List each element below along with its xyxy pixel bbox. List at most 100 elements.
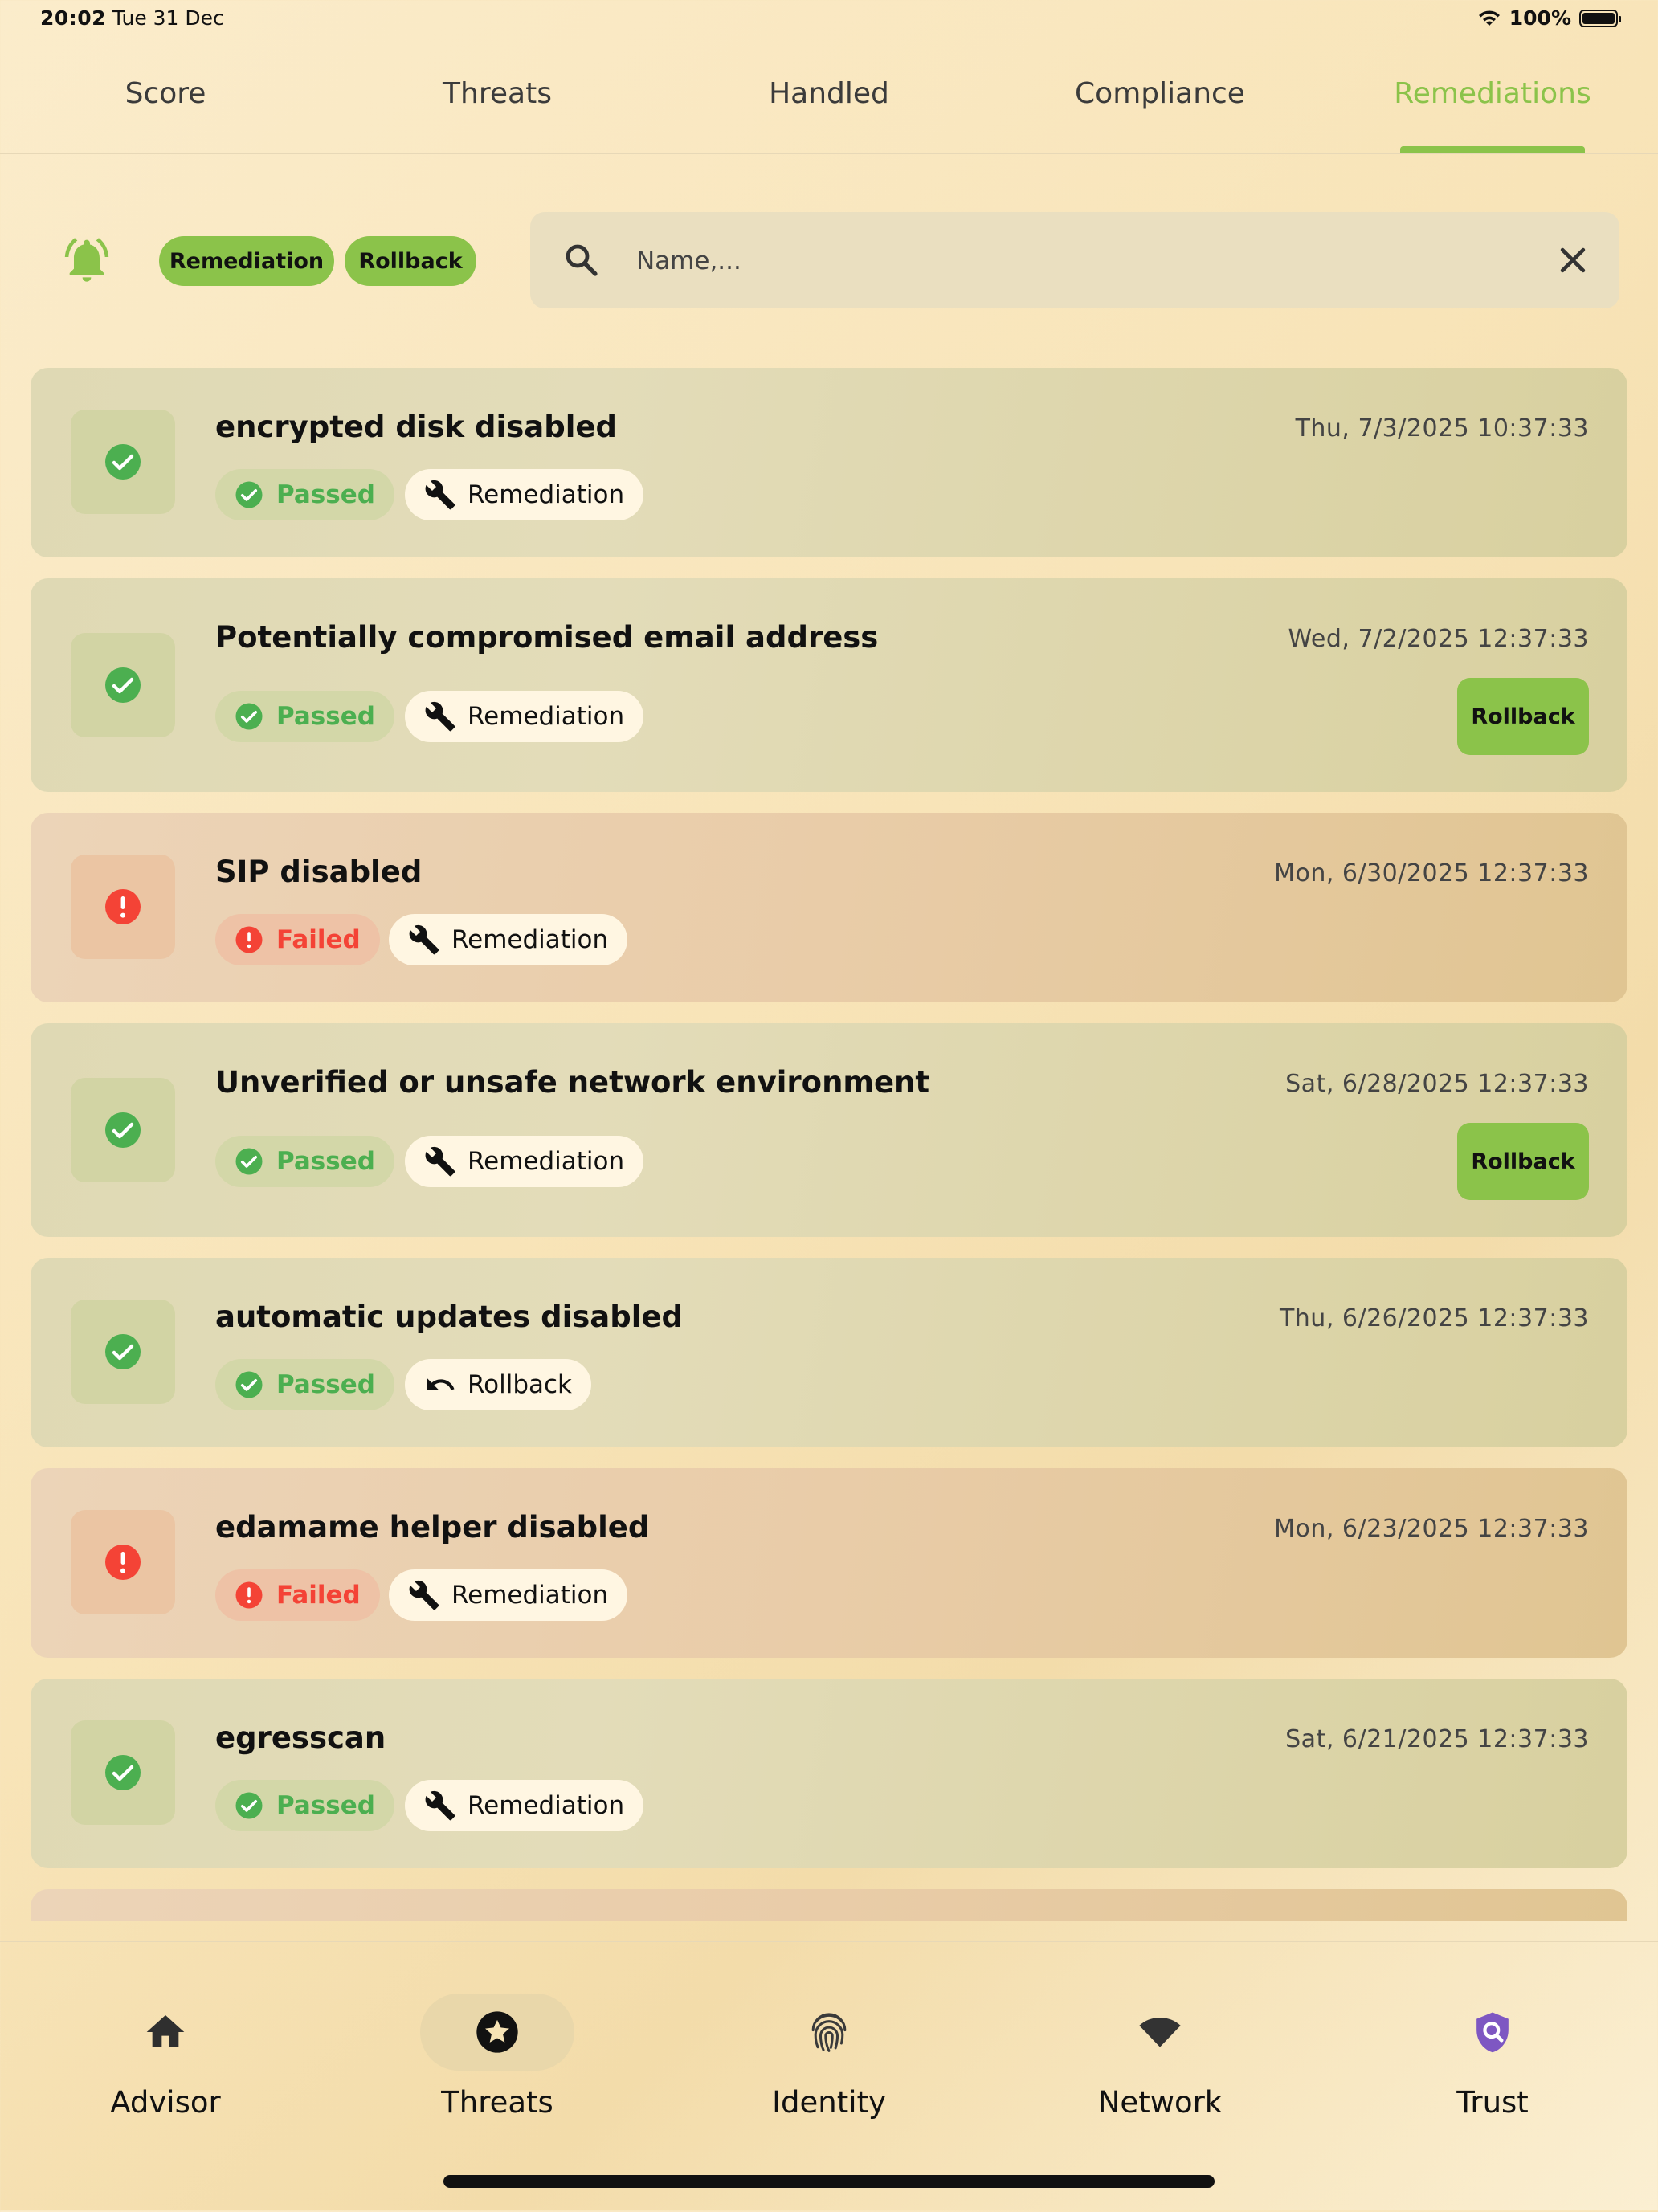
undo-icon bbox=[427, 1377, 455, 1390]
action-badge[interactable]: Remediation bbox=[405, 469, 644, 520]
filter-chip-rollback[interactable]: Rollback bbox=[345, 236, 476, 286]
tab-remediations[interactable]: Remediations bbox=[1394, 77, 1591, 117]
tab-handled[interactable]: Handled bbox=[769, 77, 889, 117]
action-label: Rollback bbox=[468, 1370, 573, 1399]
status-label: Failed bbox=[276, 1581, 361, 1610]
status-icon-box bbox=[71, 410, 175, 514]
filter-chip-remediation[interactable]: Remediation bbox=[159, 236, 334, 286]
list-item[interactable]: egresscan Sat, 6/21/2025 12:37:33 Passed… bbox=[31, 1679, 1627, 1868]
list-item-partial[interactable] bbox=[31, 1889, 1627, 1921]
wifi-status-icon bbox=[1478, 10, 1500, 26]
item-title: encrypted disk disabled bbox=[215, 410, 617, 444]
error-circle-icon bbox=[105, 1545, 141, 1580]
item-date: Sat, 6/21/2025 12:37:33 bbox=[1285, 1725, 1589, 1753]
action-label: Remediation bbox=[451, 1581, 609, 1610]
wrench-icon bbox=[425, 701, 455, 732]
error-circle-icon bbox=[235, 926, 263, 953]
item-title: egresscan bbox=[215, 1720, 386, 1755]
check-circle-icon bbox=[235, 1148, 263, 1175]
status-bar: 20:02 Tue 31 Dec 100% bbox=[0, 0, 1658, 39]
item-date: Wed, 7/2/2025 12:37:33 bbox=[1288, 625, 1589, 653]
status-badge: Passed bbox=[215, 1780, 394, 1831]
status-badge: Passed bbox=[215, 469, 394, 520]
status-date: Tue 31 Dec bbox=[112, 6, 224, 30]
item-title: automatic updates disabled bbox=[215, 1300, 683, 1334]
action-label: Remediation bbox=[468, 1147, 625, 1176]
nav-label: Identity bbox=[772, 2085, 886, 2120]
tab-threats[interactable]: Threats bbox=[443, 77, 552, 117]
action-badge[interactable]: Rollback bbox=[405, 1359, 592, 1410]
status-badge: Passed bbox=[215, 691, 394, 742]
status-label: Passed bbox=[276, 1370, 375, 1399]
check-circle-icon bbox=[105, 1334, 141, 1369]
check-circle-icon bbox=[235, 1371, 263, 1398]
battery-percent: 100% bbox=[1509, 6, 1571, 30]
search-icon bbox=[566, 244, 598, 276]
item-date: Sat, 6/28/2025 12:37:33 bbox=[1285, 1070, 1589, 1098]
check-circle-icon bbox=[105, 444, 141, 480]
tab-score[interactable]: Score bbox=[125, 77, 206, 117]
battery-icon bbox=[1579, 9, 1621, 27]
nav-label: Network bbox=[1097, 2085, 1223, 2120]
action-badge[interactable]: Remediation bbox=[405, 1780, 644, 1831]
list-item[interactable]: automatic updates disabled Thu, 6/26/202… bbox=[31, 1258, 1627, 1447]
item-title: Potentially compromised email address bbox=[215, 620, 879, 655]
action-badge[interactable]: Remediation bbox=[405, 1136, 644, 1187]
error-circle-icon bbox=[105, 889, 141, 924]
action-label: Remediation bbox=[451, 925, 609, 954]
action-label: Remediation bbox=[468, 480, 625, 509]
status-label: Failed bbox=[276, 925, 361, 954]
list-item[interactable]: Unverified or unsafe network environment… bbox=[31, 1023, 1627, 1237]
status-badge: Failed bbox=[215, 1569, 380, 1621]
item-date: Mon, 6/23/2025 12:37:33 bbox=[1274, 1515, 1589, 1543]
status-right: 100% bbox=[1477, 6, 1621, 30]
status-label: Passed bbox=[276, 480, 375, 509]
search-input[interactable] bbox=[635, 236, 1441, 286]
rollback-button[interactable]: Rollback bbox=[1457, 678, 1589, 755]
check-circle-icon bbox=[235, 1792, 263, 1819]
error-circle-icon bbox=[235, 1581, 263, 1609]
status-icon-box bbox=[71, 1720, 175, 1825]
list-item[interactable]: edamame helper disabled Mon, 6/23/2025 1… bbox=[31, 1468, 1627, 1658]
wrench-icon bbox=[425, 1146, 455, 1177]
action-badge[interactable]: Remediation bbox=[405, 691, 644, 742]
bell-icon[interactable] bbox=[61, 235, 112, 286]
status-icon-box bbox=[71, 1078, 175, 1182]
rollback-button[interactable]: Rollback bbox=[1457, 1123, 1589, 1200]
search-bar bbox=[530, 212, 1619, 308]
item-date: Thu, 6/26/2025 12:37:33 bbox=[1279, 1304, 1589, 1333]
star-badge-icon bbox=[476, 2011, 518, 2053]
tab-compliance[interactable]: Compliance bbox=[1075, 77, 1245, 117]
status-label: Passed bbox=[276, 1147, 375, 1176]
list-item[interactable]: Potentially compromised email address We… bbox=[31, 578, 1627, 792]
status-badge: Failed bbox=[215, 914, 380, 965]
status-label: Passed bbox=[276, 702, 375, 731]
list-item[interactable]: SIP disabled Mon, 6/30/2025 12:37:33 Fai… bbox=[31, 813, 1627, 1002]
action-badge[interactable]: Remediation bbox=[389, 1569, 628, 1621]
home-indicator bbox=[443, 2175, 1215, 2188]
nav-label: Trust bbox=[1456, 2085, 1529, 2120]
close-icon[interactable] bbox=[1555, 243, 1591, 278]
home-icon bbox=[146, 2015, 185, 2047]
fingerprint-icon bbox=[811, 2013, 847, 2052]
wrench-icon bbox=[409, 1580, 439, 1610]
check-circle-icon bbox=[105, 1112, 141, 1148]
shield-search-icon bbox=[1476, 2012, 1509, 2053]
nav-label: Threats bbox=[441, 2085, 553, 2120]
status-icon-box bbox=[71, 855, 175, 959]
action-label: Remediation bbox=[468, 702, 625, 731]
status-time: 20:02 bbox=[40, 6, 107, 30]
wifi-icon bbox=[1139, 2018, 1181, 2047]
check-circle-icon bbox=[105, 667, 141, 703]
wrench-icon bbox=[425, 480, 455, 510]
status-icon-box bbox=[71, 1510, 175, 1614]
active-tab-indicator bbox=[1400, 146, 1585, 153]
list-item[interactable]: encrypted disk disabled Thu, 7/3/2025 10… bbox=[31, 368, 1627, 557]
item-title: SIP disabled bbox=[215, 855, 423, 889]
top-tab-bar: Score Threats Handled Compliance Remedia… bbox=[0, 39, 1658, 154]
status-badge: Passed bbox=[215, 1359, 394, 1410]
action-badge[interactable]: Remediation bbox=[389, 914, 628, 965]
status-icon-box bbox=[71, 1300, 175, 1404]
wrench-icon bbox=[409, 924, 439, 955]
item-date: Thu, 7/3/2025 10:37:33 bbox=[1295, 414, 1589, 443]
